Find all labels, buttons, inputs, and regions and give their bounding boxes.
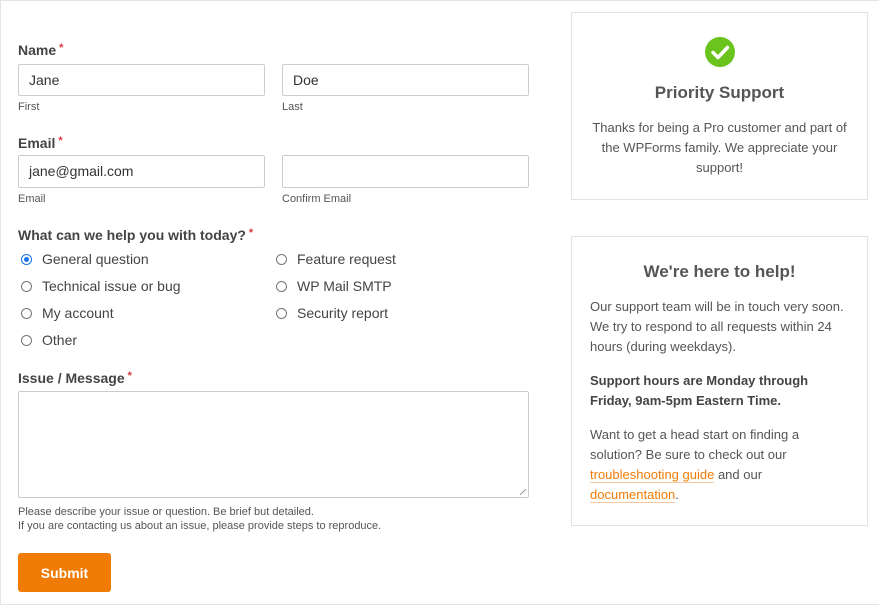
radio-wp-mail-smtp[interactable]: WP Mail SMTP [276,278,392,294]
email-sublabel: Email [18,193,46,205]
first-name-input[interactable]: Jane [18,64,265,96]
radio-label: Security report [297,305,389,321]
confirm-email-input[interactable] [282,155,529,188]
check-circle-icon [705,37,735,67]
priority-support-card: Priority Support Thanks for being a Pro … [571,12,868,200]
last-sublabel: Last [282,101,303,113]
radio-label: My account [42,305,114,321]
radio-label: Technical issue or bug [42,278,181,294]
message-textarea[interactable] [18,391,529,498]
radio-icon[interactable] [276,280,287,292]
help-card-para1: Our support team will be in touch very s… [590,299,844,354]
radio-label: Other [42,332,78,348]
first-sublabel: First [18,101,40,113]
help-card-hours: Support hours are Monday through Friday,… [590,373,809,408]
message-help-1: Please describe your issue or question. … [18,506,314,518]
required-mark: * [248,227,254,239]
radio-icon[interactable] [21,307,32,319]
radio-selected-icon[interactable] [21,253,32,265]
email-input[interactable]: jane@gmail.com [18,155,265,188]
required-mark: * [59,42,64,54]
priority-support-title: Priority Support [654,83,785,102]
para3-text: and our [714,467,763,482]
required-mark: * [127,370,132,382]
radio-label: General question [42,251,149,267]
submit-button[interactable]: Submit [18,553,111,592]
message-label: Issue / Message * [18,370,132,386]
radio-icon[interactable] [21,334,32,346]
radio-icon[interactable] [276,307,287,319]
resize-handle-icon[interactable] [520,489,526,495]
radio-my-account[interactable]: My account [21,305,114,321]
radio-label: Feature request [297,251,396,267]
radio-icon[interactable] [21,280,32,292]
radio-general-question[interactable]: General question [21,251,149,267]
troubleshooting-guide-link[interactable]: troubleshooting guide [590,467,715,483]
para3-text: Want to get a head start on finding a so… [590,427,800,462]
last-name-input[interactable]: Doe [282,64,529,96]
help-topic-label: What can we help you with today? * [18,227,254,243]
help-card-para3: Want to get a head start on finding a so… [590,425,849,505]
radio-label: WP Mail SMTP [297,278,392,294]
email-label: Email * [18,135,63,151]
name-label: Name * [18,42,64,58]
message-help-2: If you are contacting us about an issue,… [18,520,382,532]
help-card-title: We're here to help! [643,262,796,281]
radio-other[interactable]: Other [21,332,77,348]
para3-text: . [675,487,679,502]
help-card: We're here to help! Our support team wil… [571,236,868,526]
radio-security-report[interactable]: Security report [276,305,388,321]
radio-feature-request[interactable]: Feature request [276,251,396,267]
confirm-email-sublabel: Confirm Email [282,193,352,205]
required-mark: * [58,135,63,147]
priority-support-text: Thanks for being a Pro customer and part… [592,120,847,175]
radio-icon[interactable] [276,253,287,265]
documentation-link[interactable]: documentation [590,487,676,503]
radio-technical-issue[interactable]: Technical issue or bug [21,278,181,294]
